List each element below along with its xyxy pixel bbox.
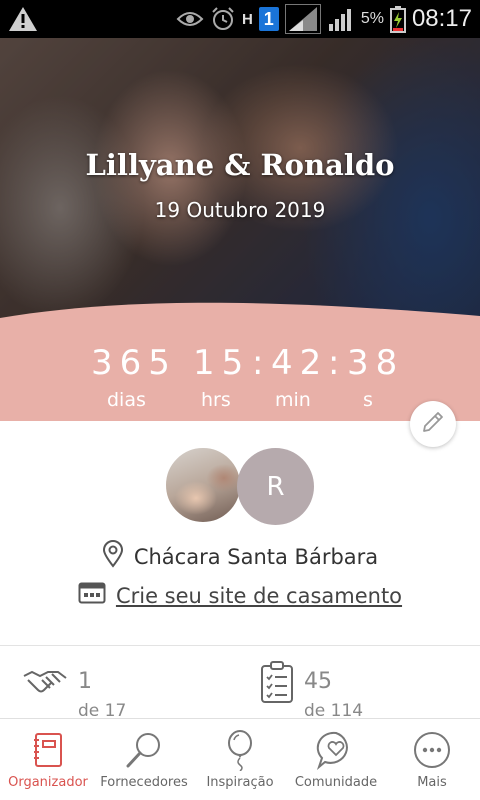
avatar[interactable] — [164, 446, 242, 524]
nav-label: Mais — [417, 775, 447, 790]
tasks-count: 45 — [304, 669, 332, 694]
clock-time: 08:17 — [411, 5, 472, 32]
countdown-minutes: 42 — [271, 343, 329, 383]
network-h-icon: H — [241, 10, 253, 28]
alarm-icon — [210, 6, 236, 32]
nav-label: Fornecedores — [100, 775, 188, 790]
pencil-icon — [420, 409, 446, 440]
location-pin-icon — [102, 540, 124, 573]
nav-mais[interactable]: Mais — [384, 719, 480, 800]
venue-location[interactable]: Chácara Santa Bárbara — [0, 540, 480, 573]
nav-label: Comunidade — [294, 775, 378, 790]
countdown-separator: : — [328, 343, 340, 383]
edit-button[interactable] — [410, 401, 456, 447]
status-bar: H 1 5% 08:17 — [0, 0, 480, 38]
countdown-separator: : — [252, 343, 264, 383]
hero-banner: Lillyane & Ronaldo 19 Outubro 2019 365 1… — [0, 38, 480, 421]
countdown-hours: 15 — [193, 343, 251, 383]
chat-heart-icon — [316, 728, 356, 772]
website-card-icon — [78, 581, 106, 610]
signal-icon — [284, 4, 321, 34]
nav-label: Organizador — [8, 775, 88, 790]
planner-icon — [28, 728, 68, 772]
checklist-icon — [260, 660, 294, 709]
nav-fornecedores[interactable]: Fornecedores — [96, 719, 192, 800]
more-icon — [412, 728, 452, 772]
bottom-navigation: Organizador Fornecedores Inspiração Comu… — [0, 718, 480, 800]
countdown-seconds: 38 — [347, 343, 405, 383]
sim-1-icon: 1 — [258, 7, 279, 31]
countdown-minutes-label: min — [275, 389, 311, 411]
avatar-initial[interactable]: R — [237, 448, 314, 525]
battery-percent: 5% — [360, 10, 384, 27]
wedding-date: 19 Outubro 2019 — [154, 198, 326, 222]
nav-inspiracao[interactable]: Inspiração — [192, 719, 288, 800]
balloon-icon — [220, 728, 260, 772]
countdown: 365 15 : 42 : 38 dias hrs min s — [0, 343, 480, 421]
countdown-hours-label: hrs — [201, 389, 231, 411]
countdown-seconds-label: s — [363, 389, 373, 411]
eye-icon — [176, 9, 204, 29]
venue-name: Chácara Santa Bárbara — [133, 544, 379, 569]
nav-label: Inspiração — [206, 775, 274, 790]
vendors-count: 1 — [78, 669, 92, 694]
countdown-days-label: dias — [107, 389, 146, 411]
search-icon — [124, 728, 164, 772]
create-site-link[interactable]: Crie seu site de casamento — [0, 581, 480, 610]
countdown-days: 365 — [91, 343, 177, 383]
couple-names: Lillyane & Ronaldo — [85, 148, 395, 182]
nav-comunidade[interactable]: Comunidade — [288, 719, 384, 800]
summary-stats: 1 de 17 45 de 114 — [0, 660, 480, 721]
create-site-text: Crie seu site de casamento — [115, 583, 403, 608]
warning-icon — [8, 5, 38, 33]
tasks-stat[interactable]: 45 de 114 — [260, 660, 363, 721]
app-screen: H 1 5% 08:17 Lillyane & Ronaldo 19 Outub… — [0, 0, 480, 800]
nav-organizador[interactable]: Organizador — [0, 719, 96, 800]
section-divider — [0, 645, 480, 646]
battery-charging-icon — [389, 5, 406, 33]
handshake-icon — [22, 660, 68, 705]
signal-icon — [327, 6, 355, 32]
couple-avatars: R — [0, 446, 480, 526]
vendors-stat[interactable]: 1 de 17 — [22, 660, 126, 721]
